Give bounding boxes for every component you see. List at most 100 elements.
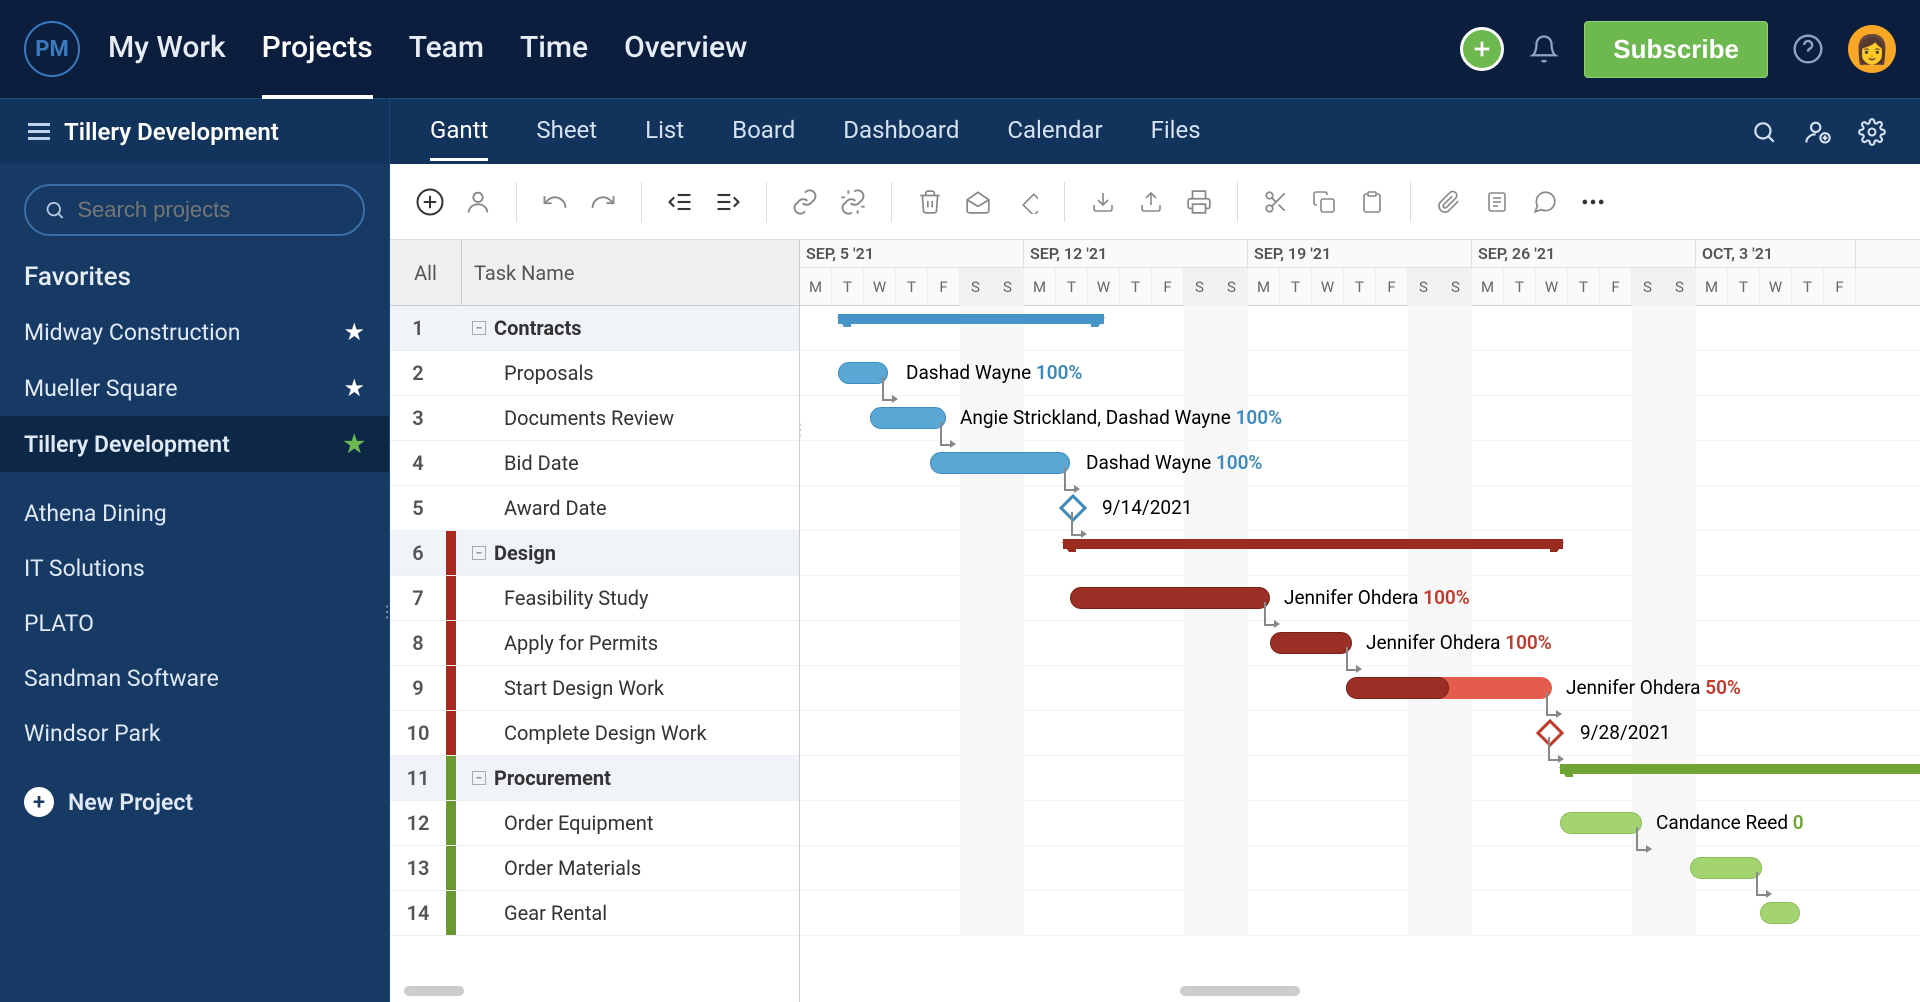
task-row[interactable]: 4Bid Date	[390, 441, 799, 486]
more-button[interactable]	[1575, 184, 1611, 220]
sidebar-item-windsor[interactable]: Windsor Park	[0, 706, 389, 761]
task-bar[interactable]	[1070, 587, 1270, 609]
project-search-button[interactable]	[1748, 116, 1780, 148]
star-icon[interactable]: ★	[343, 374, 365, 402]
star-icon[interactable]: ★	[343, 318, 365, 346]
viewtab-list[interactable]: List	[645, 102, 684, 161]
star-icon[interactable]: ★	[343, 430, 365, 458]
delete-button[interactable]	[912, 184, 948, 220]
task-name-cell[interactable]: Gear Rental	[456, 901, 799, 925]
help-button[interactable]	[1790, 31, 1826, 67]
task-name-cell[interactable]: Order Materials	[456, 856, 799, 880]
collapse-icon[interactable]: −	[472, 321, 486, 335]
project-settings-button[interactable]	[1856, 116, 1888, 148]
add-member-button[interactable]	[1802, 116, 1834, 148]
task-name-cell[interactable]: Award Date	[456, 496, 799, 520]
viewtab-gantt[interactable]: Gantt	[430, 102, 488, 161]
nav-time[interactable]: Time	[520, 0, 588, 99]
paste-button[interactable]	[1354, 184, 1390, 220]
sidebar-item-midway[interactable]: Midway Construction ★	[0, 304, 389, 360]
task-bar[interactable]	[870, 407, 946, 429]
task-name-cell[interactable]: Complete Design Work	[456, 721, 799, 745]
task-bar[interactable]	[1690, 857, 1762, 879]
task-name-cell[interactable]: Documents Review	[456, 406, 799, 430]
sidebar-item-plato[interactable]: PLATO	[0, 596, 389, 651]
task-row[interactable]: 10Complete Design Work	[390, 711, 799, 756]
task-row[interactable]: 1−Contracts	[390, 306, 799, 351]
search-projects-box[interactable]	[24, 184, 365, 236]
nav-overview[interactable]: Overview	[624, 0, 747, 99]
sidebar-item-tillery[interactable]: Tillery Development ★	[0, 416, 389, 472]
task-scrollbar-h[interactable]	[404, 986, 464, 996]
task-name-cell[interactable]: −Design	[456, 541, 799, 565]
task-row[interactable]: 8Apply for Permits	[390, 621, 799, 666]
task-row[interactable]: 14Gear Rental	[390, 891, 799, 936]
new-project-button[interactable]: + New Project	[0, 769, 389, 835]
task-row[interactable]: 11−Procurement	[390, 756, 799, 801]
sidebar-item-sandman[interactable]: Sandman Software	[0, 651, 389, 706]
viewtab-dashboard[interactable]: Dashboard	[843, 102, 959, 161]
print-button[interactable]	[1181, 184, 1217, 220]
link-button[interactable]	[787, 184, 823, 220]
sidebar-item-it[interactable]: IT Solutions	[0, 541, 389, 596]
undo-button[interactable]	[537, 184, 573, 220]
task-name-cell[interactable]: Start Design Work	[456, 676, 799, 700]
export-button[interactable]	[1133, 184, 1169, 220]
task-name-cell[interactable]: −Procurement	[456, 766, 799, 790]
sidebar-item-athena[interactable]: Athena Dining	[0, 486, 389, 541]
task-row[interactable]: 13Order Materials	[390, 846, 799, 891]
attachment-button[interactable]	[1431, 184, 1467, 220]
project-menu-button[interactable]	[28, 123, 50, 140]
collapse-icon[interactable]: −	[472, 771, 486, 785]
task-bar[interactable]	[1560, 812, 1642, 834]
user-avatar[interactable]: 👩	[1848, 25, 1896, 73]
group-bar[interactable]	[1063, 539, 1563, 549]
col-header-all[interactable]: All	[390, 240, 462, 305]
nav-team[interactable]: Team	[409, 0, 484, 99]
milestone-button[interactable]	[1008, 184, 1044, 220]
assign-button[interactable]	[460, 184, 496, 220]
task-name-cell[interactable]: Proposals	[456, 361, 799, 385]
task-bar[interactable]	[1760, 902, 1800, 924]
redo-button[interactable]	[585, 184, 621, 220]
copy-button[interactable]	[1306, 184, 1342, 220]
task-row[interactable]: 9Start Design Work	[390, 666, 799, 711]
add-task-button[interactable]	[412, 184, 448, 220]
task-row[interactable]: 3Documents Review	[390, 396, 799, 441]
cut-button[interactable]	[1258, 184, 1294, 220]
nav-projects[interactable]: Projects	[262, 0, 373, 99]
task-row[interactable]: 2Proposals	[390, 351, 799, 396]
global-add-button[interactable]	[1460, 27, 1504, 71]
timeline-pane[interactable]: ⋮ SEP, 5 '21SEP, 12 '21SEP, 19 '21SEP, 2…	[800, 240, 1920, 1002]
task-bar[interactable]	[838, 362, 888, 384]
task-bar[interactable]	[930, 452, 1070, 474]
viewtab-sheet[interactable]: Sheet	[536, 102, 597, 161]
notifications-button[interactable]	[1526, 31, 1562, 67]
nav-my-work[interactable]: My Work	[108, 0, 226, 99]
task-name-cell[interactable]: −Contracts	[456, 316, 799, 340]
outdent-button[interactable]	[662, 184, 698, 220]
task-name-cell[interactable]: Apply for Permits	[456, 631, 799, 655]
unlink-button[interactable]	[835, 184, 871, 220]
task-row[interactable]: 7Feasibility Study	[390, 576, 799, 621]
search-projects-input[interactable]	[77, 197, 345, 223]
group-bar[interactable]	[1560, 764, 1920, 774]
col-header-taskname[interactable]: Task Name	[462, 240, 799, 305]
import-button[interactable]	[1085, 184, 1121, 220]
task-bar[interactable]	[1270, 632, 1352, 654]
collapse-icon[interactable]: −	[472, 546, 486, 560]
logo[interactable]: PM	[24, 21, 80, 77]
task-row[interactable]: 6−Design	[390, 531, 799, 576]
task-bar-progress[interactable]	[1346, 677, 1449, 699]
group-bar[interactable]	[838, 314, 1104, 324]
task-name-cell[interactable]: Bid Date	[456, 451, 799, 475]
email-button[interactable]	[960, 184, 996, 220]
task-row[interactable]: 5Award Date	[390, 486, 799, 531]
comments-button[interactable]	[1527, 184, 1563, 220]
timeline-scrollbar-h[interactable]	[1180, 986, 1300, 996]
sidebar-item-mueller[interactable]: Mueller Square ★	[0, 360, 389, 416]
viewtab-board[interactable]: Board	[732, 102, 795, 161]
notes-button[interactable]	[1479, 184, 1515, 220]
viewtab-files[interactable]: Files	[1151, 102, 1201, 161]
task-row[interactable]: 12Order Equipment	[390, 801, 799, 846]
